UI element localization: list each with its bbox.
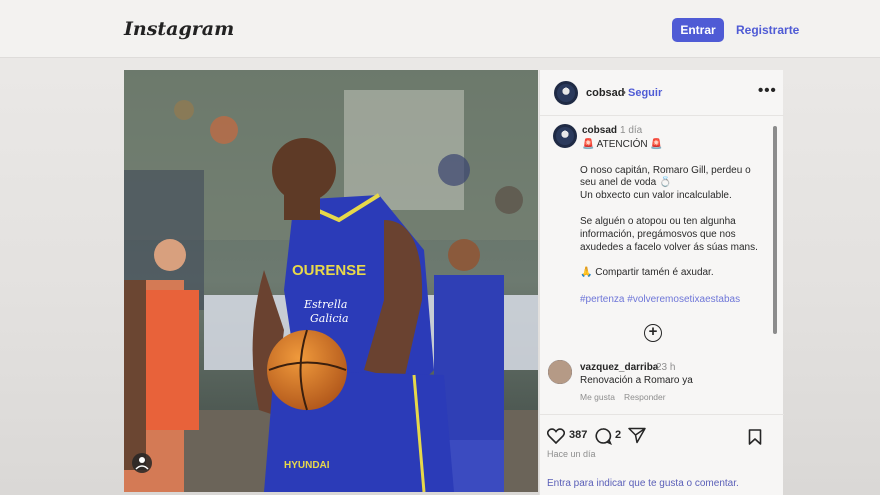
comment-like-button[interactable]: Me gusta — [580, 392, 615, 402]
comments-scrollbar[interactable] — [773, 126, 777, 334]
follow-button[interactable]: Seguir — [628, 87, 662, 99]
separator-dot: • — [622, 87, 626, 99]
comment-text: Renovación a Romaro ya — [580, 375, 693, 386]
comment-time: 23 h — [656, 362, 676, 373]
post-date: Hace un día — [547, 449, 596, 459]
jersey-sponsor-text-2: Galicia — [310, 312, 349, 325]
signup-link[interactable]: Registrarte — [736, 23, 799, 37]
screen: Instagram Entrar Registrarte OURENSE Est… — [0, 0, 880, 495]
hashtags-link[interactable]: #pertenza #volveremosetixaestabas — [580, 294, 740, 305]
commenter-avatar[interactable] — [548, 360, 572, 384]
caption-line: 🙏 Compartir tamén é axudar. — [580, 267, 714, 278]
caption-line: información, pregámosvos que nos — [580, 229, 736, 240]
basketball-photo: OURENSE Estrella Galicia HYUNDAI — [124, 70, 538, 492]
caption-line-alert: 🚨 ATENCIÓN 🚨 — [582, 139, 663, 150]
caption-line: axudedes a facelo volver ás súas mans. — [580, 242, 758, 253]
author-avatar[interactable] — [554, 81, 578, 105]
instagram-logo[interactable]: Instagram — [124, 18, 234, 40]
bookmark-icon[interactable] — [748, 429, 762, 445]
more-options-icon[interactable]: ••• — [758, 82, 777, 99]
comment-icon[interactable] — [594, 427, 612, 445]
caption-username[interactable]: cobsad — [582, 125, 617, 136]
commenter-username[interactable]: vazquez_darriba — [580, 362, 658, 373]
heart-icon[interactable] — [547, 428, 565, 444]
comments-count: 2 — [615, 429, 622, 441]
caption-line: O noso capitán, Romaro Gill, perdeu o — [580, 165, 751, 176]
login-button[interactable]: Entrar — [672, 18, 724, 42]
likes-count: 387 — [569, 429, 588, 441]
jersey-sponsor-text-1: Estrella — [303, 298, 347, 311]
jersey-team-text: OURENSE — [292, 262, 366, 279]
post-header: cobsad • Seguir ••• — [540, 70, 784, 116]
post-image[interactable]: OURENSE Estrella Galicia HYUNDAI — [124, 70, 538, 492]
share-icon[interactable] — [628, 427, 646, 444]
load-more-comments-icon[interactable]: + — [644, 324, 662, 342]
post-actions: 387 2 Hace un día Entra para indicar que… — [540, 414, 784, 495]
top-bar: Instagram Entrar Registrarte — [0, 0, 880, 58]
author-username[interactable]: cobsad — [586, 87, 625, 99]
login-to-comment-link[interactable]: Entra para indicar que te gusta o coment… — [547, 478, 739, 489]
post-side-panel: cobsad • Seguir ••• cobsad 1 día 🚨 ATENC… — [539, 70, 784, 495]
caption-avatar[interactable] — [553, 124, 577, 148]
caption-time: 1 día — [620, 125, 643, 136]
caption-line: Se alguén o atopou ou ten algunha — [580, 216, 736, 227]
shorts-sponsor-text: HYUNDAI — [284, 460, 330, 471]
caption-line: Un obxecto cun valor incalculable. — [580, 190, 732, 201]
comment-reply-button[interactable]: Responder — [624, 392, 666, 402]
caption-line: seu anel de voda 💍 — [580, 177, 672, 188]
